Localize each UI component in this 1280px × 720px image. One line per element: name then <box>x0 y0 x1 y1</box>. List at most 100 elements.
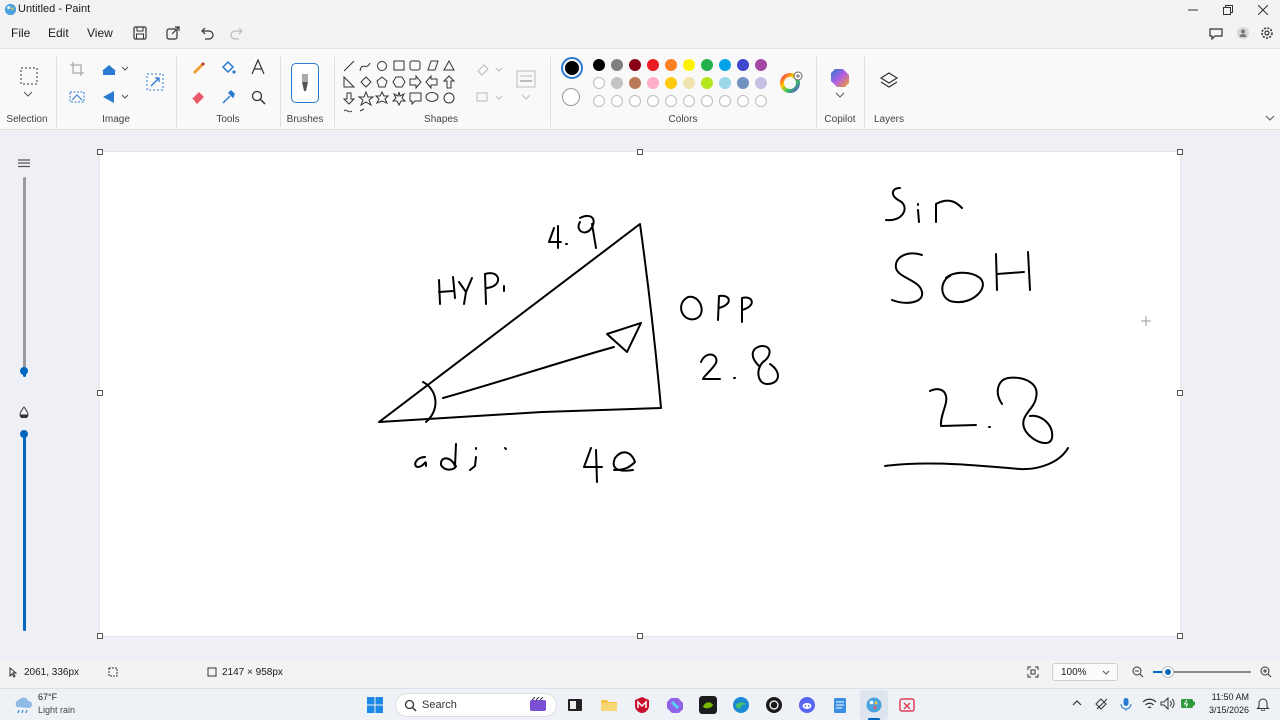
share-icon[interactable] <box>165 25 181 41</box>
settings-gear-icon[interactable] <box>1259 25 1275 41</box>
color2-swatch[interactable] <box>562 88 580 106</box>
resize-handle[interactable] <box>97 390 103 396</box>
fill-button[interactable] <box>218 57 238 77</box>
select-tool-button[interactable] <box>18 65 40 87</box>
taskbar-search[interactable]: Search <box>395 693 557 717</box>
clock-time[interactable]: 11:50 AM <box>1205 692 1249 702</box>
eraser-button[interactable] <box>188 87 208 107</box>
menu-file[interactable]: File <box>11 26 30 40</box>
save-icon[interactable] <box>132 25 148 41</box>
resize-button[interactable] <box>99 59 119 79</box>
palette-color-swatch[interactable] <box>593 77 605 89</box>
task-view-icon[interactable] <box>566 696 584 714</box>
palette-color-swatch[interactable] <box>611 59 623 71</box>
windows-start-icon[interactable] <box>366 696 384 714</box>
feedback-icon[interactable] <box>1208 25 1224 41</box>
fit-to-window-icon[interactable] <box>1027 666 1039 678</box>
resize-handle[interactable] <box>637 633 643 639</box>
rotate-button[interactable] <box>99 87 119 107</box>
restore-button[interactable] <box>1211 0 1245 20</box>
palette-color-swatch[interactable] <box>701 77 713 89</box>
discord-icon[interactable] <box>798 696 816 714</box>
palette-color-swatch[interactable] <box>665 77 677 89</box>
resize-chevron-down-icon[interactable] <box>121 66 129 71</box>
pencil-button[interactable] <box>188 57 208 77</box>
collapse-ribbon-chevron-icon[interactable] <box>1265 115 1275 121</box>
palette-custom-slot[interactable] <box>737 95 749 107</box>
rotate-chevron-down-icon[interactable] <box>121 94 129 99</box>
tray-chevron-up-icon[interactable] <box>1072 699 1082 707</box>
wifi-icon[interactable] <box>1142 697 1157 710</box>
palette-custom-slot[interactable] <box>665 95 677 107</box>
remove-background-button[interactable] <box>67 87 87 107</box>
palette-custom-slot[interactable] <box>719 95 731 107</box>
close-button[interactable] <box>1246 0 1280 20</box>
crop-button[interactable] <box>67 59 87 79</box>
menu-view[interactable]: View <box>87 26 113 40</box>
color-picker-button[interactable] <box>218 87 238 107</box>
undo-icon[interactable] <box>199 25 215 41</box>
palette-custom-slot[interactable] <box>755 95 767 107</box>
shapes-gallery[interactable] <box>342 59 466 115</box>
size-slider-knob[interactable] <box>20 367 28 375</box>
zoom-out-icon[interactable] <box>1132 666 1144 678</box>
resize-handle[interactable] <box>637 149 643 155</box>
chatgpt-icon[interactable] <box>765 696 783 714</box>
shape-outline-fill-options[interactable] <box>474 61 506 105</box>
opacity-slider-track[interactable] <box>23 433 26 631</box>
resize-handle[interactable] <box>1177 633 1183 639</box>
zoom-dropdown[interactable]: 100% <box>1052 663 1118 681</box>
volume-icon[interactable] <box>1160 697 1175 710</box>
palette-color-swatch[interactable] <box>665 59 677 71</box>
opacity-slider-knob[interactable] <box>20 430 28 438</box>
snipping-tool-icon[interactable] <box>898 696 916 714</box>
text-button[interactable] <box>248 57 268 77</box>
clock-date[interactable]: 3/15/2026 <box>1205 705 1249 715</box>
selection-chevron-down-icon[interactable] <box>23 91 33 97</box>
palette-color-swatch[interactable] <box>647 77 659 89</box>
shape-size-icon[interactable] <box>515 69 537 89</box>
copilot-icon[interactable] <box>829 67 851 89</box>
palette-color-swatch[interactable] <box>755 59 767 71</box>
palette-color-swatch[interactable] <box>683 77 695 89</box>
palette-color-swatch[interactable] <box>719 59 731 71</box>
palette-custom-slot[interactable] <box>611 95 623 107</box>
palette-custom-slot[interactable] <box>593 95 605 107</box>
network-disconnected-icon[interactable] <box>1095 697 1109 711</box>
size-slider-track[interactable] <box>23 177 26 369</box>
resize-handle[interactable] <box>97 633 103 639</box>
notifications-bell-icon[interactable] <box>1256 697 1270 711</box>
magnifier-button[interactable] <box>248 87 268 107</box>
notepad-icon[interactable] <box>831 696 849 714</box>
palette-custom-slot[interactable] <box>629 95 641 107</box>
zoom-slider-knob[interactable] <box>1163 667 1173 677</box>
battery-charging-icon[interactable] <box>1180 697 1196 710</box>
palette-color-swatch[interactable] <box>629 59 641 71</box>
palette-custom-slot[interactable] <box>647 95 659 107</box>
palette-color-swatch[interactable] <box>755 77 767 89</box>
image-select-button[interactable] <box>144 71 166 93</box>
mcafee-icon[interactable] <box>633 696 651 714</box>
weather-cloud-rain-icon[interactable] <box>12 695 34 715</box>
file-explorer-icon[interactable] <box>600 696 618 714</box>
color1-swatch[interactable] <box>561 57 583 79</box>
palette-color-swatch[interactable] <box>629 77 641 89</box>
resize-handle[interactable] <box>97 149 103 155</box>
resize-handle[interactable] <box>1177 149 1183 155</box>
copilot-taskbar-icon[interactable] <box>666 696 684 714</box>
palette-custom-slot[interactable] <box>683 95 695 107</box>
brushes-button[interactable] <box>291 63 319 103</box>
copilot-chevron-down-icon[interactable] <box>835 92 845 98</box>
microphone-icon[interactable] <box>1120 697 1132 711</box>
minimize-button[interactable] <box>1176 0 1210 20</box>
shape-size-chevron-down-icon[interactable] <box>521 94 531 100</box>
palette-color-swatch[interactable] <box>683 59 695 71</box>
zoom-in-icon[interactable] <box>1260 666 1272 678</box>
edit-colors-rainbow-icon[interactable] <box>780 71 804 95</box>
paint-taskbar-icon[interactable] <box>865 696 883 714</box>
drawing-canvas[interactable] <box>100 152 1180 636</box>
redo-icon[interactable] <box>229 25 245 41</box>
palette-color-swatch[interactable] <box>737 77 749 89</box>
layers-icon[interactable] <box>879 71 899 91</box>
palette-color-swatch[interactable] <box>737 59 749 71</box>
